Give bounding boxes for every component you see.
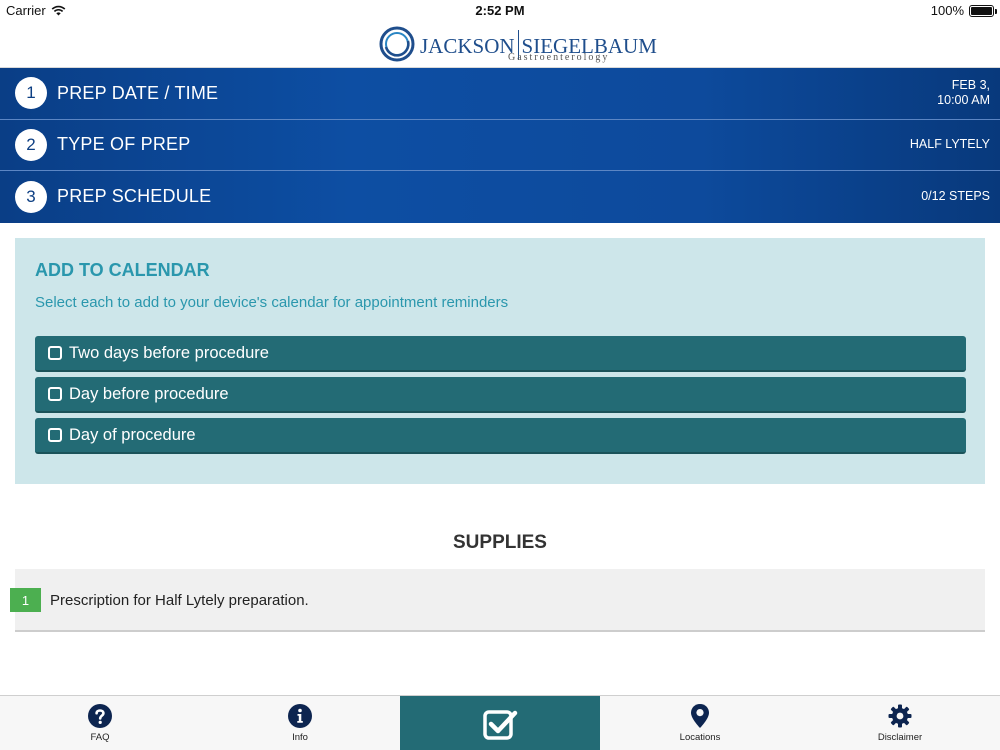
calendar-description: Select each to add to your device's cale… [35, 294, 509, 311]
supply-text: Prescription for Half Lytely preparation… [50, 592, 309, 609]
supplies-heading: SUPPLIES [453, 532, 547, 553]
checkbox-icon[interactable] [48, 346, 62, 360]
step-prep-date-time[interactable]: 1 PREP DATE / TIME FEB 3, 10:00 AM [0, 68, 1000, 120]
step-value: HALF LYTELY [909, 137, 990, 152]
info-icon [287, 703, 313, 729]
calendar-option-two-days-before[interactable]: Two days before procedure [35, 336, 966, 372]
calendar-option-label: Day of procedure [69, 425, 196, 444]
step-title: PREP DATE / TIME [57, 82, 219, 103]
logo-subtitle: Gastroenterology [508, 52, 610, 63]
step-value: FEB 3, 10:00 AM [937, 78, 990, 108]
calendar-option-label: Two days before procedure [69, 343, 269, 362]
supply-item: 1 Prescription for Half Lytely preparati… [10, 569, 985, 632]
step-number: 1 [15, 77, 47, 110]
tab-label: Info [292, 732, 308, 743]
checklist-icon [482, 707, 518, 743]
calendar-option-label: Day before procedure [69, 384, 229, 403]
question-icon [87, 703, 113, 729]
calendar-option-day-before[interactable]: Day before procedure [35, 377, 966, 413]
tab-label: FAQ [90, 732, 110, 743]
status-time: 2:52 PM [475, 3, 525, 18]
tab-faq[interactable]: FAQ [0, 696, 200, 750]
battery-icon [969, 4, 997, 17]
logo-swirl-icon [379, 26, 415, 62]
step-prep-schedule[interactable]: 3 PREP SCHEDULE 0/12 STEPS [0, 171, 1000, 223]
bottom-tab-bar: FAQ Info Locations Disclaimer [0, 695, 1000, 750]
tab-label: Disclaimer [877, 732, 923, 743]
step-title: TYPE OF PREP [57, 134, 191, 155]
add-to-calendar-panel: ADD TO CALENDAR Select each to add to yo… [15, 238, 985, 484]
step-value: 0/12 STEPS [921, 189, 990, 204]
brand-logo: JACKSON SIEGELBAUM Gastroenterology [378, 24, 657, 64]
step-number: 2 [15, 128, 47, 161]
gear-icon [887, 703, 913, 729]
checkbox-icon[interactable] [48, 387, 62, 401]
battery-percent: 100% [930, 3, 964, 18]
location-pin-icon [687, 703, 713, 729]
step-number: 3 [15, 180, 47, 213]
step-type-of-prep[interactable]: 2 TYPE OF PREP HALF LYTELY [0, 119, 1000, 171]
step-value-line2: 10:00 AM [937, 93, 990, 108]
tab-checklist[interactable] [400, 696, 600, 750]
status-bar: Carrier 2:52 PM 100% [0, 0, 1000, 20]
step-value-line1: FEB 3, [951, 78, 990, 93]
tab-disclaimer[interactable]: Disclaimer [800, 696, 1000, 750]
tab-locations[interactable]: Locations [600, 696, 800, 750]
app-header: JACKSON SIEGELBAUM Gastroenterology [0, 20, 1000, 68]
supply-number-badge: 1 [10, 588, 41, 612]
calendar-option-day-of[interactable]: Day of procedure [35, 418, 966, 454]
tab-info[interactable]: Info [200, 696, 400, 750]
logo-left-word: JACKSON [420, 34, 515, 58]
tab-label: Locations [679, 732, 721, 743]
prep-steps: 1 PREP DATE / TIME FEB 3, 10:00 AM 2 TYP… [0, 68, 1000, 223]
status-right: 100% [930, 3, 997, 18]
checkbox-icon[interactable] [48, 428, 62, 442]
step-title: PREP SCHEDULE [57, 186, 212, 207]
calendar-heading: ADD TO CALENDAR [35, 260, 210, 280]
